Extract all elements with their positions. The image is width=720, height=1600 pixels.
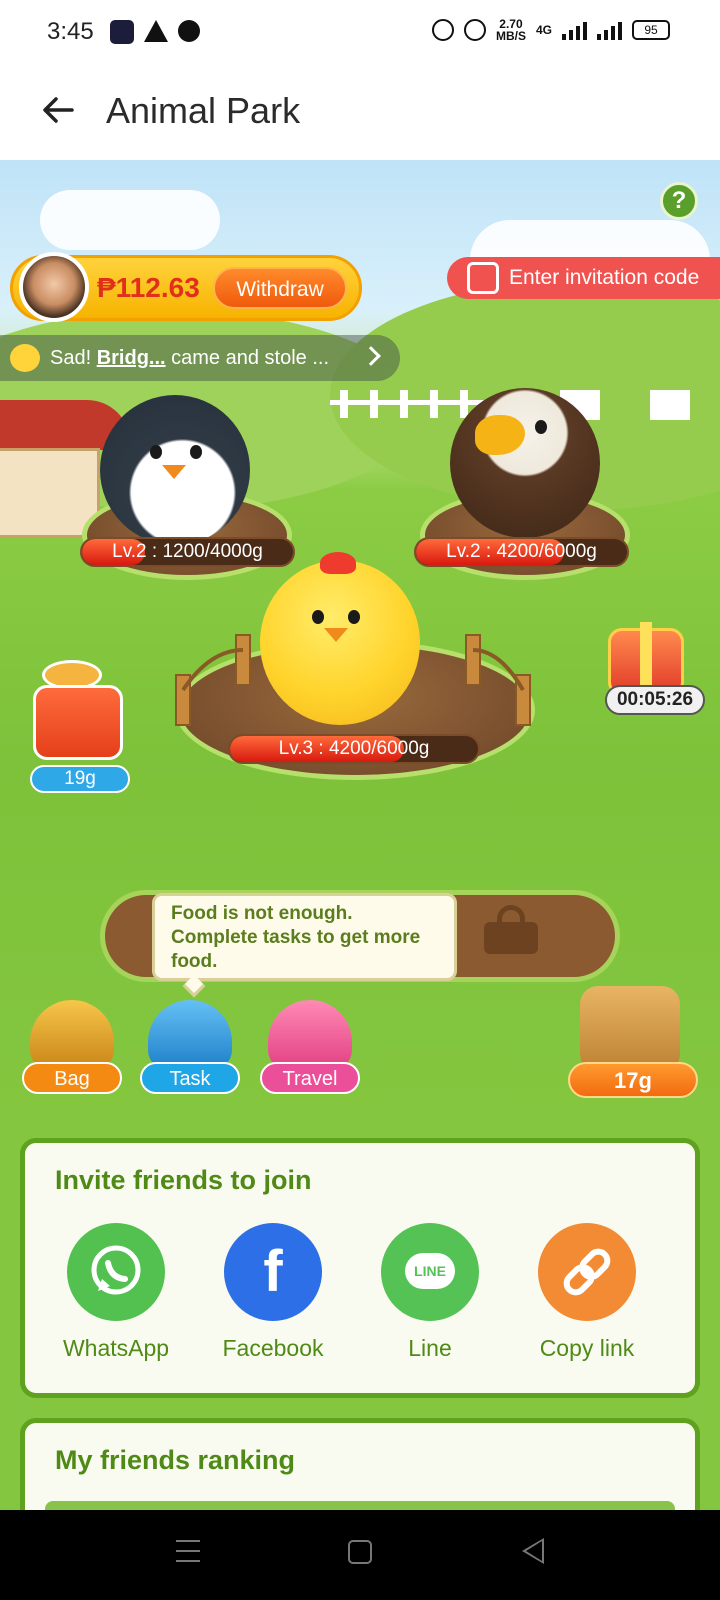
balance-panel: ₱112.63 Withdraw [10,252,362,322]
bag-button[interactable]: Bag [22,1000,122,1095]
lock-icon [484,922,538,954]
food-tooltip: Food is not enough. Complete tasks to ge… [152,893,457,981]
withdraw-button[interactable]: Withdraw [213,267,347,309]
chick-comb [320,552,356,574]
penguin-level-bar: Lv.2 : 1200/4000g [80,537,295,567]
penguin-eye [190,445,202,459]
treasure-chest-icon [30,1000,114,1070]
travel-button[interactable]: Travel [260,1000,360,1095]
link-glyph [563,1248,611,1296]
signal-icon [562,20,587,40]
notification-icons [110,20,200,44]
facebook-icon: f [224,1223,322,1321]
feeder-body [33,685,123,760]
share-label: Copy link [539,1335,635,1361]
enter-invitation-code-button[interactable]: Enter invitation code [447,257,720,299]
travel-label: Travel [260,1062,360,1094]
eagle-animal[interactable] [450,388,600,538]
news-prefix: Sad! [50,347,97,369]
speed-unit: MB/S [495,29,526,43]
ranking-title: My friends ranking [55,1445,296,1475]
share-copy-link[interactable]: Copy link [522,1223,652,1362]
game-scene: ? ₱112.63 Withdraw Enter invitation code… [0,160,720,1125]
invite-code-label: Enter invitation code [509,266,700,289]
battery-icon: 95 [632,20,670,40]
feeder-amount: 19g [30,765,130,793]
task-button[interactable]: Task [140,1000,240,1095]
food-amount: 17g [568,1062,698,1098]
balance-amount: ₱112.63 [97,272,200,303]
share-label: WhatsApp [62,1335,170,1361]
warning-icon [144,20,168,42]
edit-note-icon [467,262,499,294]
facebook-glyph: f [263,1239,283,1304]
app-header: Animal Park [0,62,720,160]
chick-eye [312,610,324,624]
network-speed: 2.70 MB/S [496,18,526,42]
system-icons: 2.70 MB/S 4G 95 [431,18,670,42]
share-label: Line [408,1335,452,1361]
recent-apps-icon[interactable] [176,1540,200,1562]
arrow-left-icon[interactable] [40,92,76,128]
chick-beak [324,628,348,642]
bag-label: Bag [22,1062,122,1094]
penguin-eye [150,445,162,459]
avatar[interactable] [19,252,89,322]
gift-timer: 00:05:26 [605,685,705,715]
share-whatsapp[interactable]: WhatsApp [51,1223,181,1362]
invite-friends-card: Invite friends to join WhatsApp f Facebo… [20,1138,700,1398]
task-notepad-icon [148,1000,232,1070]
penguin-level-text: Lv.2 : 1200/4000g [112,541,263,562]
footprints-icon [268,1000,352,1070]
feeder-machine[interactable] [28,655,128,765]
penguin-beak [162,465,186,479]
chick-eye [348,610,360,624]
news-suffix: came and stole ... [165,347,330,369]
system-nav-bar [0,1510,720,1600]
news-ticker[interactable]: Sad! Bridg... came and stole ... [0,335,400,381]
share-label: Facebook [222,1335,324,1361]
app-notification-icon [110,20,134,44]
status-bar: 3:45 2.70 MB/S 4G 95 [0,0,720,62]
news-user-name: Bridg... [96,347,166,369]
eagle-eye [535,420,547,434]
cloud [40,190,220,250]
alarm-icon [431,19,454,41]
line-icon: LINE [381,1223,479,1321]
link-icon [538,1223,636,1321]
whatsapp-icon [67,1223,165,1321]
signal-2-icon [597,20,622,40]
line-glyph: LINE [414,1263,446,1279]
task-label: Task [140,1062,240,1094]
share-facebook[interactable]: f Facebook [208,1223,338,1362]
eagle-level-bar: Lv.2 : 4200/6000g [414,537,629,567]
eagle-level-text: Lv.2 : 4200/6000g [446,541,597,562]
back-triangle-icon[interactable] [522,1538,544,1564]
invite-title: Invite friends to join [55,1165,312,1195]
chevron-right-icon [361,346,381,366]
mute-icon [463,19,486,41]
help-button[interactable]: ? [660,182,698,220]
chick-animal[interactable] [260,560,420,725]
home-icon[interactable] [348,1540,372,1564]
page-title: Animal Park [106,90,301,131]
chick-icon [10,344,40,372]
chick-level-text: Lv.3 : 4200/6000g [278,738,430,759]
whatsapp-glyph [91,1245,141,1295]
chick-level-bar: Lv.3 : 4200/6000g [228,734,480,764]
network-type: 4G [535,23,552,37]
status-time: 3:45 [47,18,94,45]
messenger-icon [178,20,200,42]
share-line[interactable]: LINE Line [365,1223,495,1362]
